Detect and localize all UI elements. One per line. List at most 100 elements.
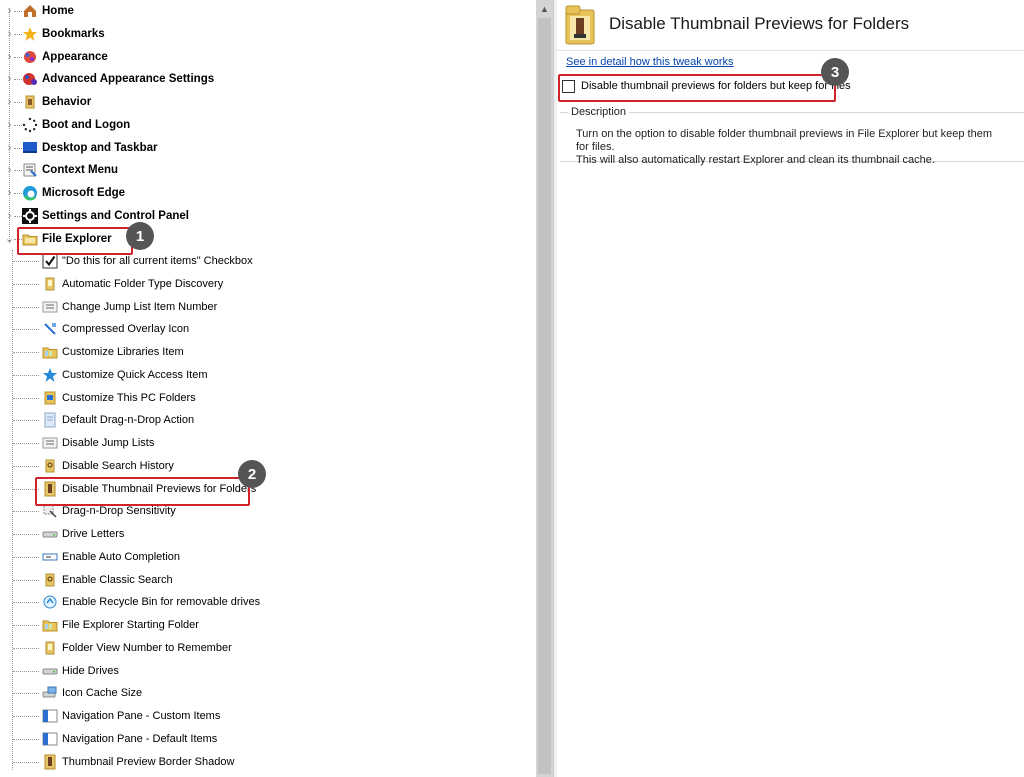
tree-item[interactable]: Disable Jump Lists xyxy=(0,432,520,454)
palette-gear-icon xyxy=(22,71,38,87)
tree-connector xyxy=(13,670,39,672)
tree-connector xyxy=(13,511,39,513)
folder-doc-icon xyxy=(42,640,58,656)
detail-header: Disable Thumbnail Previews for Folders xyxy=(557,0,1024,51)
tree-item-label: Thumbnail Preview Border Shadow xyxy=(62,755,235,768)
tree-item[interactable]: Drive Letters xyxy=(0,523,520,545)
tree-category-context-menu[interactable]: › Context Menu xyxy=(0,159,520,181)
tree-item-label: Disable Jump Lists xyxy=(62,437,155,449)
collapse-chevron-icon[interactable]: ⌄ xyxy=(5,228,14,250)
tree-item[interactable]: Icon Cache Size xyxy=(0,682,520,704)
tree-item[interactable]: Enable Classic Search xyxy=(0,569,520,591)
tree-item[interactable]: Customize Quick Access Item xyxy=(0,364,520,386)
tree-category-label: Microsoft Edge xyxy=(42,187,126,199)
drive-cache-icon xyxy=(42,685,58,701)
description-group: Description Turn on the option to disabl… xyxy=(560,106,1024,166)
tree-category-advanced-appearance-settings[interactable]: › Advanced Appearance Settings xyxy=(0,68,520,90)
tree-connector xyxy=(13,761,39,763)
tree-item[interactable]: Compressed Overlay Icon xyxy=(0,318,520,340)
tree-connector xyxy=(14,193,22,194)
nav-pane-icon xyxy=(42,708,58,724)
tree-category-desktop-and-taskbar[interactable]: › Desktop and Taskbar xyxy=(0,137,520,159)
tree-item[interactable]: Hide Drives xyxy=(0,660,520,682)
tree-item[interactable]: Folder View Number to Remember xyxy=(0,637,520,659)
expand-chevron-icon[interactable]: › xyxy=(5,114,14,136)
tree-category-settings-and-control-panel[interactable]: › Settings and Control Panel xyxy=(0,205,520,227)
callout-badge-2: 2 xyxy=(238,460,266,488)
tree-connector xyxy=(13,261,39,262)
tree-item[interactable]: Enable Recycle Bin for removable drives xyxy=(0,591,520,613)
expand-chevron-icon[interactable]: › xyxy=(5,46,14,68)
expand-chevron-icon[interactable]: › xyxy=(5,0,14,22)
tree-category-bookmarks[interactable]: › Bookmarks xyxy=(0,23,520,45)
thumbnail-folder-icon xyxy=(565,5,595,45)
tree-connector xyxy=(14,56,22,58)
description-text: Turn on the option to disable folder thu… xyxy=(576,128,1006,167)
callout-badge-1: 1 xyxy=(126,222,154,250)
tree-item-label: Enable Recycle Bin for removable drives xyxy=(62,596,261,609)
description-legend: Description xyxy=(568,106,630,118)
tree-item[interactable]: Customize Libraries Item xyxy=(0,341,520,363)
tree-item-label: Navigation Pane - Default Items xyxy=(62,732,218,745)
tree-item-label: Drag-n-Drop Sensitivity xyxy=(62,505,176,518)
expand-chevron-icon[interactable]: › xyxy=(5,159,14,181)
tree-category-label: Home xyxy=(42,5,74,17)
tree-connector xyxy=(13,716,39,717)
document-icon xyxy=(42,412,58,428)
description-line: This will also automatically restart Exp… xyxy=(576,154,935,166)
scroll-up-arrow-icon[interactable]: ▲ xyxy=(536,0,553,17)
tree-category-home[interactable]: › Home xyxy=(0,0,520,22)
tree-item[interactable]: File Explorer Starting Folder xyxy=(0,614,520,636)
expand-chevron-icon[interactable]: › xyxy=(5,23,14,45)
tree-category-microsoft-edge[interactable]: › Microsoft Edge xyxy=(0,182,520,204)
tree-item-label: Customize This PC Folders xyxy=(62,391,196,404)
tree-item[interactable]: Customize This PC Folders xyxy=(0,387,520,409)
tree-item-label: File Explorer Starting Folder xyxy=(62,619,199,631)
expand-chevron-icon[interactable]: › xyxy=(5,137,14,159)
tree-item[interactable]: Change Jump List Item Number xyxy=(0,296,520,318)
star-icon xyxy=(22,26,38,42)
folder-doc-icon xyxy=(42,276,58,292)
tree-item-label: Enable Classic Search xyxy=(62,573,173,586)
expand-chevron-icon[interactable]: › xyxy=(5,68,14,90)
palette-icon xyxy=(22,49,38,65)
tree-category-appearance[interactable]: › Appearance xyxy=(0,46,520,68)
tree-connector xyxy=(13,556,39,558)
tree-category-label: Settings and Control Panel xyxy=(42,209,189,222)
tree-item-label: Compressed Overlay Icon xyxy=(62,323,190,336)
tree-item[interactable]: Automatic Folder Type Discovery xyxy=(0,273,520,295)
list-icon xyxy=(42,435,58,451)
expand-chevron-icon[interactable]: › xyxy=(5,205,14,227)
tree-connector xyxy=(13,647,39,649)
tree-connector xyxy=(13,374,39,376)
search-folder-icon xyxy=(42,572,58,588)
tree-category-label: Context Menu xyxy=(42,164,119,177)
tree-item-label: Drive Letters xyxy=(62,528,125,540)
tree-category-label: Advanced Appearance Settings xyxy=(42,73,215,86)
tree-item[interactable]: Thumbnail Preview Border Shadow xyxy=(0,751,520,773)
tree-item[interactable]: Navigation Pane - Custom Items xyxy=(0,705,520,727)
tweak-detail-link[interactable]: See in detail how this tweak works xyxy=(566,56,734,68)
scroll-thumb[interactable] xyxy=(538,18,551,774)
tree-category-label: Appearance xyxy=(42,50,108,63)
tree-category-behavior[interactable]: › Behavior xyxy=(0,91,520,113)
tree-item-label: Customize Libraries Item xyxy=(62,346,184,358)
tree-item[interactable]: Default Drag-n-Drop Action xyxy=(0,409,520,431)
expand-chevron-icon[interactable]: › xyxy=(5,182,14,204)
expand-chevron-icon[interactable]: › xyxy=(5,91,14,113)
library-icon xyxy=(42,344,58,360)
pc-folder-icon xyxy=(42,390,58,406)
tree-item-label: Disable Search History xyxy=(62,459,174,472)
tree-item-label: Change Jump List Item Number xyxy=(62,300,218,313)
tree-item[interactable]: Enable Auto Completion xyxy=(0,546,520,568)
tree-connector xyxy=(13,420,39,422)
tree-connector xyxy=(13,283,39,285)
spinner-icon xyxy=(22,117,38,133)
tree-connector xyxy=(14,147,22,149)
tree-category-boot-and-logon[interactable]: › Boot and Logon xyxy=(0,114,520,136)
tree-item[interactable]: Navigation Pane - Default Items xyxy=(0,728,520,750)
context-menu-icon xyxy=(22,162,38,178)
tree-connector xyxy=(13,397,39,399)
tree-connector xyxy=(14,102,22,103)
tree-scrollbar[interactable]: ▲ xyxy=(536,0,553,777)
